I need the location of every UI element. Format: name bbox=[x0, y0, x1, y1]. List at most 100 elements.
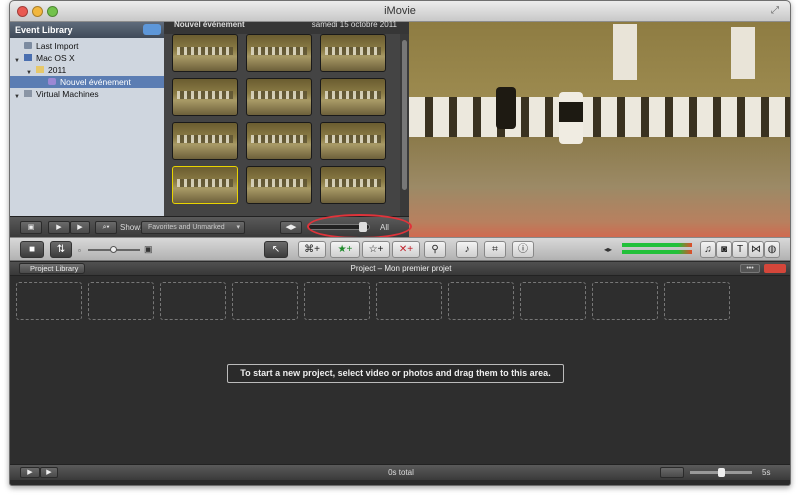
sidebar-item-label: 2011 bbox=[48, 65, 67, 75]
audio-meter-left bbox=[622, 243, 692, 247]
empty-clip-slot bbox=[88, 282, 154, 320]
event-clip-thumbnail[interactable] bbox=[246, 166, 312, 204]
show-filter-select[interactable]: Favorites and Unmarked ▾ bbox=[141, 221, 245, 234]
event-clip-thumbnail[interactable] bbox=[246, 78, 312, 116]
show-label: Show: bbox=[120, 223, 143, 232]
sidebar-header: Event Library bbox=[10, 22, 164, 38]
empty-clip-slot bbox=[520, 282, 586, 320]
project-zoom-label: 5s bbox=[762, 468, 771, 477]
play-button[interactable]: ▶ bbox=[70, 221, 90, 234]
browser-scrollbar[interactable] bbox=[400, 34, 409, 216]
event-clip-thumbnail[interactable] bbox=[320, 78, 386, 116]
info-icon[interactable]: ⓘ bbox=[512, 241, 534, 258]
fullscreen-icon[interactable]: ⤢ bbox=[768, 5, 782, 17]
project-area[interactable]: To start a new project, select video or … bbox=[10, 276, 790, 464]
sidebar-item-nouvel-evenement[interactable]: Nouvel événement bbox=[10, 76, 164, 88]
spectators-image bbox=[409, 97, 790, 137]
thumbnail-size-slider[interactable] bbox=[88, 246, 140, 253]
empty-clip-slot bbox=[304, 282, 370, 320]
annotation-circle bbox=[307, 214, 412, 239]
disclosure-triangle-icon[interactable]: ▼ bbox=[14, 91, 20, 103]
crop-icon[interactable]: ⌗ bbox=[484, 241, 506, 258]
show-filter-value: Favorites and Unmarked bbox=[148, 224, 225, 231]
map-icon[interactable]: ◍ bbox=[764, 241, 780, 258]
add-to-project-button[interactable]: ⌘+ bbox=[298, 241, 326, 258]
swap-events-projects-button[interactable]: ⇅ bbox=[50, 241, 72, 258]
sidebar-header-label: Event Library bbox=[15, 25, 73, 35]
transition-icon[interactable]: ⋈ bbox=[748, 241, 764, 258]
video-viewer bbox=[409, 22, 790, 237]
camera-icon[interactable]: ◙ bbox=[716, 241, 732, 258]
folder-icon bbox=[36, 66, 44, 73]
chevron-down-icon: ▾ bbox=[236, 224, 240, 231]
sidebar-item-label: Last Import bbox=[36, 41, 79, 51]
title-bar: iMovie ⤢ bbox=[10, 1, 790, 22]
drive-icon bbox=[24, 54, 32, 61]
camera-import-button[interactable]: ■ bbox=[20, 241, 44, 258]
project-bottom-bar: ▶ ▶ 0s total 5s bbox=[10, 464, 790, 480]
clip-length-icon bbox=[660, 467, 684, 478]
event-clip-thumbnail[interactable] bbox=[320, 122, 386, 160]
key-icon[interactable]: ⚲ bbox=[424, 241, 446, 258]
empty-clip-slot bbox=[448, 282, 514, 320]
event-name: Nouvel événement bbox=[174, 20, 245, 29]
event-clip-thumbnail[interactable] bbox=[320, 166, 386, 204]
x-plus-icon[interactable]: ✕+ bbox=[392, 241, 420, 258]
audio-meter-right bbox=[622, 250, 692, 254]
event-library-toggle-button[interactable] bbox=[143, 24, 161, 35]
pointer-tool-button[interactable]: ↖ bbox=[264, 241, 288, 258]
banner-image bbox=[613, 24, 637, 80]
fighter-image bbox=[496, 87, 516, 129]
imovie-window: iMovie ⤢ Event Library Last Import ▼ Mac… bbox=[9, 0, 791, 486]
empty-clip-slot bbox=[664, 282, 730, 320]
small-thumbnail-icon: ▫ bbox=[78, 246, 81, 255]
search-icon[interactable]: ⌕▾ bbox=[95, 221, 117, 234]
event-clip-thumbnail[interactable] bbox=[172, 166, 238, 204]
event-library-sidebar: Event Library Last Import ▼ Mac OS X ▼ 2… bbox=[10, 22, 164, 216]
title-icon[interactable]: T bbox=[732, 241, 748, 258]
sidebar-item-label: Mac OS X bbox=[36, 53, 75, 63]
empty-clip-slot bbox=[16, 282, 82, 320]
sidebar-item-label: Nouvel événement bbox=[60, 77, 131, 87]
banner-image bbox=[731, 27, 755, 79]
event-clip-thumbnail[interactable] bbox=[246, 34, 312, 72]
window-title: iMovie bbox=[384, 5, 416, 17]
show-event-list-button[interactable]: ▣ bbox=[20, 221, 42, 234]
project-header: Project Library Project – Mon premier pr… bbox=[10, 262, 790, 276]
main-toolbar: ■ ⇅ ▫ ▣ ↖ ⌘+ ★+ ☆+ ✕+ ⚲ ♪ ⌗ ⓘ ◂▸ ♫ ◙ T ⋈… bbox=[10, 237, 790, 261]
empty-clip-slot bbox=[160, 282, 226, 320]
audio-skimming-icon[interactable]: ◂▸ bbox=[604, 245, 612, 254]
star-outline-icon[interactable]: ☆+ bbox=[362, 241, 390, 258]
hakama-image bbox=[559, 102, 583, 122]
event-clip-thumbnail[interactable] bbox=[172, 34, 238, 72]
event-clip-thumbnail[interactable] bbox=[246, 122, 312, 160]
slider-knob[interactable] bbox=[718, 468, 725, 477]
play-fullscreen-button[interactable]: ▶ bbox=[48, 221, 70, 234]
star-plus-icon[interactable]: ★+ bbox=[330, 241, 360, 258]
empty-clip-slot bbox=[376, 282, 442, 320]
event-date: samedi 15 octobre 2011 bbox=[311, 20, 397, 29]
project-zoom-slider[interactable] bbox=[690, 468, 752, 477]
more-options-button[interactable]: ••• bbox=[740, 264, 760, 273]
sidebar-item-label: Virtual Machines bbox=[36, 89, 99, 99]
music-icon[interactable]: ♫ bbox=[700, 241, 716, 258]
sidebar-item-2011[interactable]: ▼ 2011 bbox=[10, 64, 164, 76]
sidebar-item-virtual-machines[interactable]: ▼ Virtual Machines bbox=[10, 88, 164, 100]
microphone-icon[interactable]: ♪ bbox=[456, 241, 478, 258]
event-clip-thumbnail[interactable] bbox=[320, 34, 386, 72]
event-star-icon bbox=[48, 78, 56, 85]
scrollbar-thumb[interactable] bbox=[402, 40, 407, 190]
theme-menu-button[interactable] bbox=[764, 264, 786, 273]
project-title: Project – Mon premier projet bbox=[350, 264, 452, 273]
mat-image bbox=[409, 137, 790, 237]
sidebar-item-last-import[interactable]: Last Import bbox=[10, 40, 164, 52]
film-icon bbox=[24, 42, 32, 49]
event-clip-thumbnail[interactable] bbox=[172, 122, 238, 160]
empty-clip-slot bbox=[592, 282, 658, 320]
slider-knob[interactable] bbox=[110, 246, 117, 253]
event-header: Nouvel événement samedi 15 octobre 2011 bbox=[164, 20, 409, 34]
filmstrip-length-icon: ◀▶ bbox=[280, 221, 302, 234]
sidebar-item-mac-os-x[interactable]: ▼ Mac OS X bbox=[10, 52, 164, 64]
event-browser: Nouvel événement samedi 15 octobre 2011 bbox=[164, 20, 409, 216]
event-clip-thumbnail[interactable] bbox=[172, 78, 238, 116]
